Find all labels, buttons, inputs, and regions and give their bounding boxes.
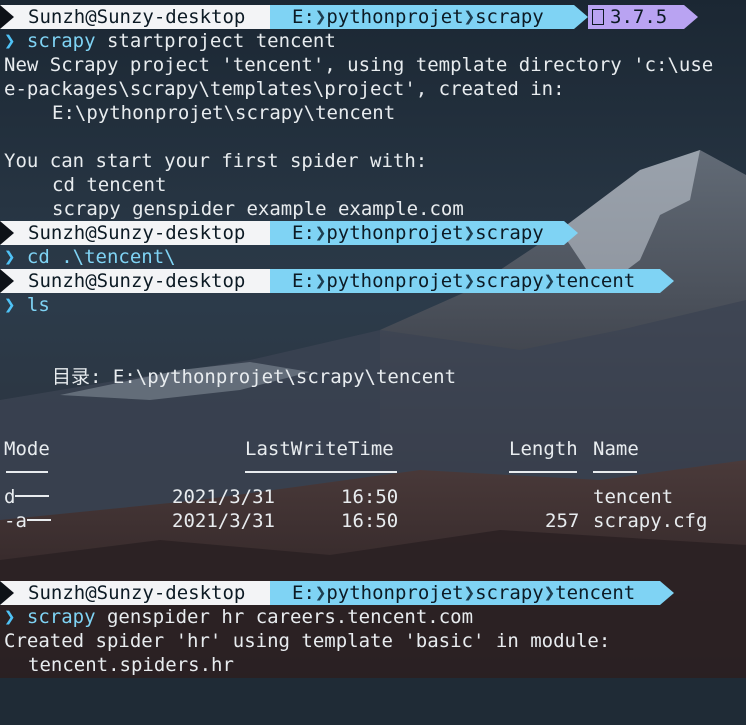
python-version-segment: 3.7.5 [588,5,684,29]
directory-heading: 目录: E:\pythonprojet\scrapy\tencent [52,366,457,388]
command-line: ❯ cd .\tencent\ [0,245,176,269]
prompt-user-segment: Sunzh@Sunzy-desktop [0,5,270,29]
prompt-user-segment: Sunzh@Sunzy-desktop [0,581,270,605]
output-line: cd tencent [52,174,167,196]
row-time: 16:50 [341,510,399,532]
output-line: e-packages\scrapy\templates\project', cr… [4,78,565,100]
output-line: Created spider 'hr' using template 'basi… [4,630,611,652]
prompt-path-segment: E:❯pythonprojet❯scrapy❯tencent [270,269,660,293]
output-line: E:\pythonprojet\scrapy\tencent [52,102,396,124]
prompt-bar: Sunzh@Sunzy-desktop E:❯pythonprojet❯scra… [0,5,746,29]
prompt-user-segment: Sunzh@Sunzy-desktop [0,221,270,245]
prompt-chevron-icon: ❯ [4,606,16,628]
row-mode: d [4,485,50,509]
row-date: 2021/3/31 [172,510,275,532]
prompt-path-segment: E:❯pythonprojet❯scrapy❯tencent [270,581,660,605]
prompt-bar: Sunzh@Sunzy-desktop E:❯pythonprojet❯scra… [0,269,746,293]
prompt-chevron-icon: ❯ [4,30,16,52]
prompt-bar: Sunzh@Sunzy-desktop E:❯pythonprojet❯scra… [0,221,746,245]
header-underline [509,471,577,473]
prompt-bar: Sunzh@Sunzy-desktop E:❯pythonprojet❯scra… [0,581,746,605]
output-line: New Scrapy project 'tencent', using temp… [4,54,714,76]
python-icon [592,9,604,25]
column-header-length: Length [509,438,578,460]
command-line: ❯ scrapy genspider hr careers.tencent.co… [0,605,473,629]
prompt-path-segment: E:❯pythonprojet❯scrapy [270,5,574,29]
output-line: scrapy genspider example example.com [52,198,464,220]
output-line: You can start your first spider with: [4,150,428,172]
header-underline [245,471,397,473]
column-header-lastwritetime: LastWriteTime [245,438,394,460]
row-date: 2021/3/31 [172,486,275,508]
output-line: tencent.spiders.hr [28,654,234,676]
header-underline [593,471,637,473]
prompt-user-segment: Sunzh@Sunzy-desktop [0,269,270,293]
row-length: 257 [545,510,580,532]
command-line: ❯ scrapy startproject tencent [0,29,336,53]
column-header-mode: Mode [4,438,50,460]
row-name: scrapy.cfg [593,510,708,532]
row-time: 16:50 [341,486,399,508]
header-underline [6,471,48,473]
prompt-path-segment: E:❯pythonprojet❯scrapy [270,221,564,245]
prompt-chevron-icon: ❯ [4,246,16,268]
row-mode: -a [4,509,51,533]
row-name: tencent [593,486,674,508]
prompt-chevron-icon: ❯ [4,294,16,316]
command-line: ❯ ls [0,293,50,317]
column-header-name: Name [593,438,639,460]
